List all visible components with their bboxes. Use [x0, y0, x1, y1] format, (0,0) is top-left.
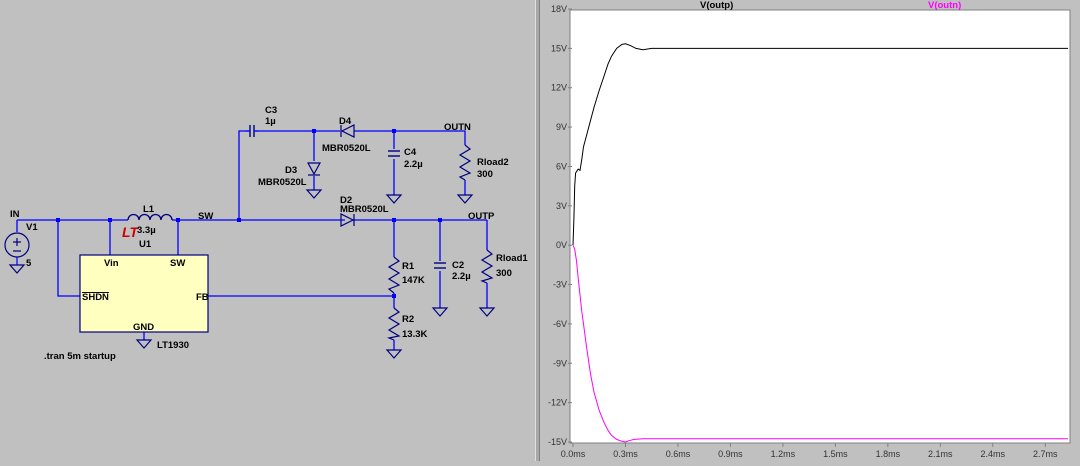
rload1-name: Rload1 [496, 253, 528, 264]
d4-value: MBR0520L [322, 143, 371, 154]
y-tick-label: -3V [553, 280, 567, 290]
y-tick-label: -6V [553, 319, 567, 329]
capacitor-c3[interactable] [245, 125, 259, 137]
resistor-r2[interactable] [386, 307, 401, 341]
u1-part: LT1930 [157, 340, 189, 351]
u1-pin-gnd: GND [133, 322, 154, 333]
c4-value: 2.2µ [404, 159, 423, 170]
c3-name: C3 [265, 105, 277, 116]
rload2-name: Rload2 [477, 157, 509, 168]
r1-name: R1 [402, 261, 415, 272]
x-tick-label: 0.9ms [718, 449, 743, 459]
l1-value: 3.3µ [137, 225, 156, 236]
schematic-canvas[interactable]: LT IN V1 5 L1 3.3µ U1 SW Vin SW SHDN FB … [0, 0, 535, 461]
schematic-editor[interactable]: LT IN V1 5 L1 3.3µ U1 SW Vin SW SHDN FB … [0, 0, 535, 461]
r2-value: 13.3K [402, 329, 427, 340]
x-tick-label: 2.4ms [981, 449, 1006, 459]
y-tick-label: 0V [556, 240, 567, 250]
net-label-outp: OUTP [468, 211, 495, 222]
net-label-sw: SW [198, 211, 213, 222]
c3-value: 1µ [265, 116, 276, 127]
u1-pin-sw: SW [170, 258, 185, 269]
y-tick-label: -15V [548, 437, 567, 447]
d2-value: MBR0520L [340, 204, 389, 215]
u1-pin-vin: Vin [104, 258, 119, 269]
c4-name: C4 [404, 147, 417, 158]
y-tick-label: 18V [551, 4, 567, 14]
spice-directive[interactable]: .tran 5m startup [44, 351, 116, 362]
c2-name: C2 [452, 260, 464, 271]
y-tick-label: -12V [548, 398, 567, 408]
waveform-viewer[interactable]: V(outp) V(outn) 18V 15V 12V 9V 6V 3V 0V -3V -6V -… [540, 0, 1080, 461]
rload2-value: 300 [477, 169, 493, 180]
x-tick-label: 0.0ms [561, 449, 586, 459]
capacitor-c2[interactable] [434, 262, 446, 269]
y-tick-label: -9V [553, 358, 567, 368]
inductor-l1[interactable] [127, 213, 173, 221]
legend-v-outp[interactable]: V(outp) [700, 0, 733, 11]
y-tick-label: 9V [556, 122, 567, 132]
resistor-rload1[interactable] [480, 249, 494, 284]
y-tick-label: 6V [556, 161, 567, 171]
y-tick-label: 15V [551, 43, 567, 53]
d3-value: MBR0520L [258, 177, 307, 188]
u1-pin-shdn: SHDN [82, 292, 109, 303]
net-label-in: IN [10, 209, 20, 220]
capacitor-c4[interactable] [388, 150, 400, 157]
r1-value: 147K [402, 275, 425, 286]
v1-name: V1 [26, 222, 38, 233]
resistor-r1[interactable] [387, 256, 401, 294]
x-tick-label: 0.3ms [613, 449, 638, 459]
net-label-outn: OUTN [444, 122, 471, 133]
x-tick-label: 1.2ms [771, 449, 796, 459]
d4-name: D4 [339, 116, 352, 127]
resistor-rload2[interactable] [458, 144, 472, 181]
legend-v-outn[interactable]: V(outn) [928, 0, 961, 11]
v1-value: 5 [26, 258, 32, 269]
u1-name: U1 [139, 239, 152, 250]
y-tick-label: 3V [556, 201, 567, 211]
x-axis: 0.0ms 0.3ms 0.6ms 0.9ms 1.2ms 1.5ms 1.8ms 2.1ms… [561, 443, 1058, 459]
x-tick-label: 0.6ms [666, 449, 691, 459]
diode-d3[interactable] [306, 162, 322, 176]
l1-name: L1 [143, 204, 155, 215]
x-tick-label: 2.1ms [928, 449, 953, 459]
x-tick-label: 1.8ms [876, 449, 901, 459]
d3-name: D3 [285, 165, 297, 176]
plot-area[interactable] [569, 9, 1071, 444]
u1-pin-fb: FB [196, 292, 209, 303]
rload1-value: 300 [496, 268, 512, 279]
x-tick-label: 1.5ms [823, 449, 848, 459]
y-axis: 18V 15V 12V 9V 6V 3V 0V -3V -6V -9V -12V -15V [548, 4, 572, 447]
x-tick-label: 2.7ms [1033, 449, 1058, 459]
y-tick-label: 12V [551, 83, 567, 93]
r2-name: R2 [402, 314, 414, 325]
c2-value: 2.2µ [452, 271, 471, 282]
waveform-plot[interactable]: V(outp) V(outn) 18V 15V 12V 9V 6V 3V 0V -3V -6V -… [540, 0, 1080, 461]
